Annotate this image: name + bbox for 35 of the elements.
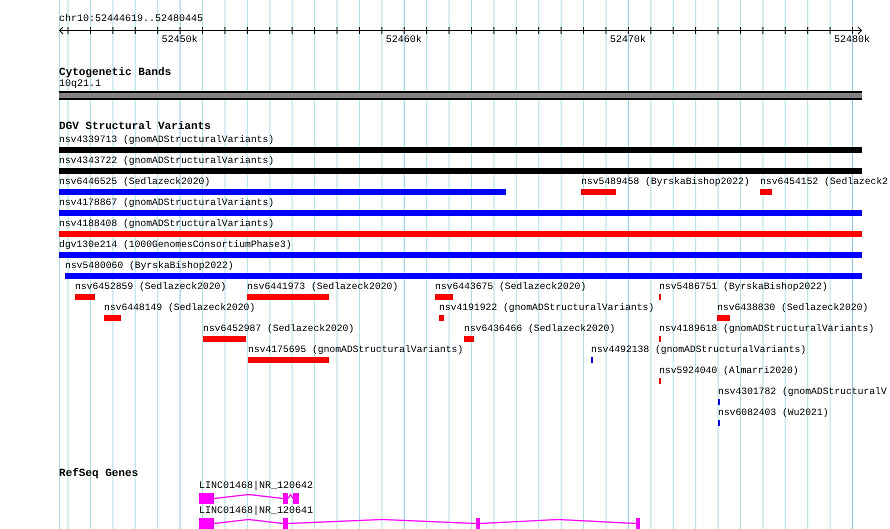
tick-label: 52480k <box>834 35 870 47</box>
variant-label: nsv6436466 (Sedlazeck2020) <box>464 323 616 335</box>
variant-label: nsv5486751 (ByrskaBishop2022) <box>659 281 828 293</box>
variant-label: nsv5480060 (ByrskaBishop2022) <box>65 260 234 272</box>
variant-label: dgv130e214 (1000GenomesConsortiumPhase3) <box>59 239 292 251</box>
variant-label: nsv4191922 (gnomADStructuralVariants) <box>439 302 654 314</box>
track-title: Cytogenetic Bands <box>59 67 172 79</box>
variant-label: nsv5489458 (ByrskaBishop2022) <box>581 176 750 188</box>
variant-label: nsv6446525 (Sedlazeck2020) <box>59 176 210 188</box>
tick-label: 52470k <box>610 35 646 47</box>
variant-label: nsv4492138 (gnomADStructuralVariants) <box>591 344 806 356</box>
track-title: DGV Structural Variants <box>59 121 211 133</box>
variant-label: nsv4188408 (gnomADStructuralVariants) <box>59 218 274 230</box>
variant-label: nsv6438830 (Sedlazeck2020) <box>717 302 868 314</box>
variant-label: nsv6082403 (Wu2021) <box>718 407 829 419</box>
band-label: 10q21.1 <box>59 79 102 91</box>
variant-label: nsv6454152 (Sedlazeck2 <box>760 176 888 188</box>
track-title: RefSeq Genes <box>59 468 138 480</box>
variant-label: nsv5924040 (Almarri2020) <box>659 365 799 377</box>
location-label: chr10:52444619..52480445 <box>59 14 204 26</box>
variant-label: nsv6452859 (Sedlazeck2020) <box>75 281 226 293</box>
variant-label: nsv4178867 (gnomADStructuralVariants) <box>59 197 274 209</box>
variant-label: nsv6452987 (Sedlazeck2020) <box>203 323 354 335</box>
gene-label: LINC01468|NR_120642 <box>199 481 314 493</box>
variant-label: nsv4301782 (gnomADStructuralV <box>718 386 887 398</box>
variant-label: nsv6441973 (Sedlazeck2020) <box>247 281 398 293</box>
variant-label: nsv6448149 (Sedlazeck2020) <box>104 302 256 314</box>
gene-label: LINC01468|NR_120641 <box>199 506 314 518</box>
tick-label: 52460k <box>386 35 422 47</box>
variant-label: nsv4339713 (gnomADStructuralVariants) <box>59 134 274 146</box>
variant-label: nsv6443675 (Sedlazeck2020) <box>435 281 586 293</box>
tick-label: 52450k <box>162 35 198 47</box>
variant-label: nsv4175695 (gnomADStructuralVariants) <box>248 344 464 356</box>
variant-label: nsv4343722 (gnomADStructuralVariants) <box>59 155 274 167</box>
variant-label: nsv4189618 (gnomADStructuralVariants) <box>659 323 874 335</box>
